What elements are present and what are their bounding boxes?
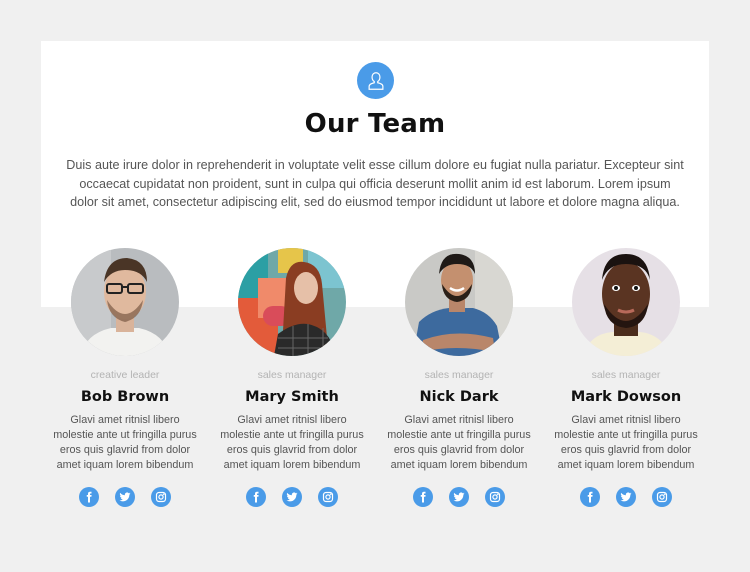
- instagram-icon[interactable]: [652, 486, 672, 507]
- social-links: [212, 486, 372, 507]
- instagram-icon[interactable]: [318, 486, 338, 507]
- woman-graffiti-photo: [238, 248, 346, 356]
- twitter-icon[interactable]: [616, 486, 636, 507]
- member-role: sales manager: [257, 369, 327, 381]
- member-bio: Glavi amet ritnisl libero molestie ante …: [554, 414, 698, 471]
- user-icon: [357, 62, 394, 99]
- twitter-icon[interactable]: [282, 486, 302, 507]
- member-name: Mary Smith: [245, 389, 339, 405]
- instagram-icon[interactable]: [151, 486, 171, 507]
- facebook-icon[interactable]: [79, 486, 99, 507]
- social-links: [45, 486, 205, 507]
- team-member-card: creative leader Bob Brown Glavi amet rit…: [45, 248, 205, 507]
- twitter-icon[interactable]: [115, 486, 135, 507]
- smiling-man-blue-shirt-photo: [405, 248, 513, 356]
- member-role: sales manager: [591, 369, 661, 381]
- member-role: creative leader: [90, 369, 160, 381]
- man-beard-photo: [572, 248, 680, 356]
- twitter-icon[interactable]: [449, 486, 469, 507]
- social-links: [546, 486, 706, 507]
- member-name: Nick Dark: [419, 389, 499, 405]
- intro-text: Duis aute irure dolor in reprehenderit i…: [66, 158, 684, 210]
- facebook-icon[interactable]: [580, 486, 600, 507]
- member-bio: Glavi amet ritnisl libero molestie ante …: [387, 414, 531, 471]
- social-links: [379, 486, 539, 507]
- facebook-icon[interactable]: [246, 486, 266, 507]
- member-name: Bob Brown: [80, 389, 170, 405]
- team-member-card: sales manager Nick Dark Glavi amet ritni…: [379, 248, 539, 507]
- facebook-icon[interactable]: [413, 486, 433, 507]
- instagram-icon[interactable]: [485, 486, 505, 507]
- member-bio: Glavi amet ritnisl libero molestie ante …: [220, 414, 364, 471]
- member-name: Mark Dowson: [570, 389, 682, 405]
- team-member-card: sales manager Mark Dowson Glavi amet rit…: [546, 248, 706, 507]
- member-bio: Glavi amet ritnisl libero molestie ante …: [53, 414, 197, 471]
- team-member-card: sales manager Mary Smith Glavi amet ritn…: [212, 248, 372, 507]
- member-role: sales manager: [424, 369, 494, 381]
- man-with-glasses-photo: [71, 248, 179, 356]
- page-title: Our Team: [304, 109, 446, 139]
